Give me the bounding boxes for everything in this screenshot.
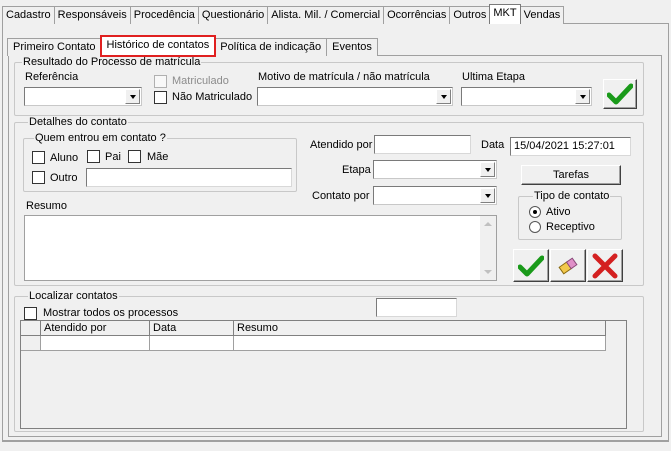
detalhes-group-title: Detalhes do contato: [28, 116, 128, 128]
grid-col-atendido-por[interactable]: Atendido por: [41, 321, 150, 336]
motivo-label: Motivo de matrícula / não matrícula: [258, 71, 430, 83]
tab-historico-de-contatos[interactable]: Histórico de contatos: [99, 35, 217, 57]
confirm-resultado-button[interactable]: [603, 79, 637, 109]
outro-checkbox[interactable]: [32, 171, 45, 184]
pai-label: Pai: [105, 151, 121, 163]
ativo-label: Ativo: [546, 206, 571, 218]
atendido-por-input[interactable]: [374, 135, 471, 154]
mae-checkbox[interactable]: [128, 150, 141, 163]
data-input[interactable]: 15/04/2021 15:27:01: [510, 137, 631, 156]
tab-procedencia[interactable]: Procedência: [129, 6, 199, 24]
cell-data[interactable]: [150, 336, 234, 351]
contatos-grid[interactable]: Atendido por Data Resumo: [20, 320, 627, 429]
tipo-contato-title: Tipo de contato: [533, 190, 611, 202]
contato-por-select[interactable]: [373, 186, 497, 205]
check-icon: [607, 83, 633, 105]
tab-outros[interactable]: Outros: [449, 6, 491, 24]
resumo-label: Resumo: [26, 200, 67, 212]
aluno-checkbox[interactable]: [32, 151, 45, 164]
resumo-textarea[interactable]: [24, 215, 497, 281]
tab-questionario[interactable]: Questionário: [197, 6, 269, 24]
nao-matriculado-checkbox[interactable]: [154, 91, 167, 104]
tab-alista-mil-comercial[interactable]: Alista. Mil. / Comercial: [267, 6, 385, 24]
tarefas-button-label: Tarefas: [552, 169, 590, 181]
localizar-search-input[interactable]: [376, 298, 457, 317]
main-tab-strip: Cadastro Responsáveis Procedência Questi…: [2, 4, 565, 24]
check-icon: [518, 255, 544, 276]
grid-header: Atendido por Data Resumo: [21, 321, 606, 336]
outro-label: Outro: [50, 172, 78, 184]
quem-group-title: Quem entrou em contato ?: [34, 132, 167, 144]
receptivo-label: Receptivo: [546, 221, 595, 233]
cancel-contato-button[interactable]: [587, 249, 623, 282]
chevron-down-icon[interactable]: [480, 162, 495, 177]
data-label: Data: [481, 139, 505, 151]
etapa-label: Etapa: [342, 164, 371, 176]
tab-cadastro[interactable]: Cadastro: [2, 6, 55, 24]
outro-input[interactable]: [86, 168, 292, 187]
nao-matriculado-label: Não Matriculado: [172, 91, 253, 103]
referencia-select[interactable]: [24, 87, 142, 106]
tab-mkt[interactable]: MKT: [489, 4, 521, 24]
atendido-por-label: Atendido por: [310, 139, 373, 151]
tab-vendas[interactable]: Vendas: [519, 6, 565, 24]
row-indicator: [21, 336, 41, 351]
chevron-down-icon[interactable]: [436, 89, 451, 104]
tarefas-button[interactable]: Tarefas: [521, 165, 621, 185]
mae-label: Mãe: [147, 151, 169, 163]
ultima-etapa-select[interactable]: [461, 87, 592, 106]
sub-tab-strip: Primeiro Contato Histórico de contatos P…: [7, 35, 378, 57]
tab-ocorrencias[interactable]: Ocorrências: [383, 6, 451, 24]
eraser-icon: [558, 256, 578, 275]
save-contato-button[interactable]: [513, 249, 549, 282]
x-icon: [592, 253, 618, 278]
tab-eventos[interactable]: Eventos: [326, 38, 378, 56]
localizar-group-title: Localizar contatos: [28, 290, 119, 302]
tab-primeiro-contato[interactable]: Primeiro Contato: [7, 38, 102, 56]
scroll-down-icon[interactable]: [484, 270, 492, 274]
grid-col-data[interactable]: Data: [150, 321, 234, 336]
resumo-scrollbar[interactable]: [480, 216, 496, 280]
ultima-etapa-label: Ultima Etapa: [462, 71, 525, 83]
ativo-radio[interactable]: [529, 206, 541, 218]
grid-col-resumo[interactable]: Resumo: [234, 321, 606, 336]
cell-resumo[interactable]: [234, 336, 606, 351]
mostrar-todos-checkbox[interactable]: [24, 307, 37, 320]
clear-contato-button[interactable]: [550, 249, 586, 282]
chevron-down-icon[interactable]: [480, 188, 495, 203]
receptivo-radio[interactable]: [529, 221, 541, 233]
chevron-down-icon[interactable]: [125, 89, 140, 104]
matriculado-checkbox[interactable]: [154, 75, 167, 88]
etapa-select[interactable]: [373, 160, 497, 179]
resultado-group-title: Resultado do Processo de matrícula: [22, 56, 202, 68]
cell-atendido-por[interactable]: [41, 336, 150, 351]
tab-responsaveis[interactable]: Responsáveis: [53, 6, 131, 24]
scroll-up-icon[interactable]: [484, 222, 492, 226]
tab-politica-de-indicacao[interactable]: Política de indicação: [214, 38, 328, 56]
motivo-select[interactable]: [257, 87, 453, 106]
referencia-label: Referência: [25, 71, 79, 83]
pai-checkbox[interactable]: [87, 150, 100, 163]
contato-por-label: Contato por: [312, 190, 370, 202]
aluno-label: Aluno: [50, 152, 79, 164]
grid-indicator-header: [21, 321, 41, 336]
mostrar-todos-label: Mostrar todos os processos: [43, 307, 179, 319]
status-strip: [2, 441, 669, 451]
table-row[interactable]: [21, 336, 606, 351]
chevron-down-icon[interactable]: [575, 89, 590, 104]
matriculado-label: Matriculado: [172, 75, 229, 87]
